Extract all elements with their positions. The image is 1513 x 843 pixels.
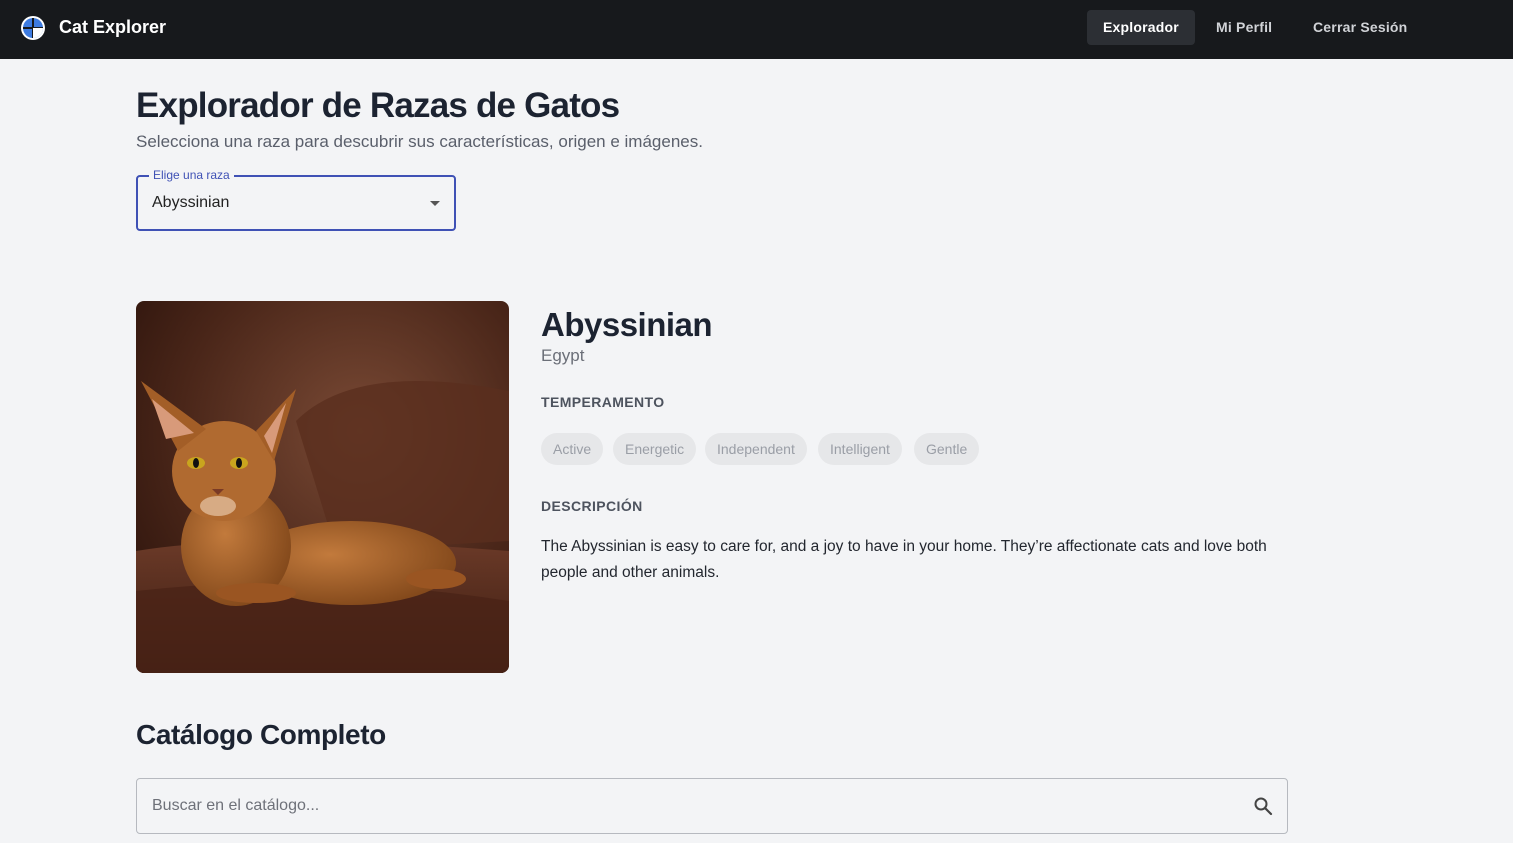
nav-explorador[interactable]: Explorador [1087,10,1195,45]
catalog-title: Catálogo Completo [136,719,386,750]
description-heading: DESCRIPCIÓN [541,498,643,514]
breed-select-value[interactable]: Abyssinian [152,194,229,212]
globe-logo-icon[interactable] [20,15,46,41]
breed-select-label: Elige una raza [149,168,234,182]
temperament-chip: Intelligent [818,433,902,465]
page-title: Explorador de Razas de Gatos [136,86,620,125]
catalog-search[interactable] [136,778,1288,834]
dropdown-arrow-icon[interactable] [430,201,440,206]
app-title[interactable]: Cat Explorer [59,17,166,38]
temperament-chip: Energetic [613,433,697,465]
temperament-heading: TEMPERAMENTO [541,394,665,410]
temperament-chip: Active [541,433,604,465]
nav-cerrar-sesion[interactable]: Cerrar Sesión [1297,10,1423,45]
nav-mi-perfil[interactable]: Mi Perfil [1200,10,1288,45]
temperament-chip: Gentle [914,433,980,465]
temperament-chip: Independent [705,433,807,465]
search-icon[interactable] [1253,796,1273,816]
breed-image [136,301,509,673]
breed-origin: Egypt [541,346,585,365]
breed-name: Abyssinian [541,306,713,343]
page-subtitle: Selecciona una raza para descubrir sus c… [136,132,703,151]
breed-description: The Abyssinian is easy to care for, and … [541,538,1267,581]
catalog-search-input[interactable] [152,779,1232,833]
top-navbar: Cat Explorer Explorador Mi Perfil Cerrar… [0,0,1513,59]
breed-select[interactable]: Elige una raza Abyssinian [136,168,456,231]
